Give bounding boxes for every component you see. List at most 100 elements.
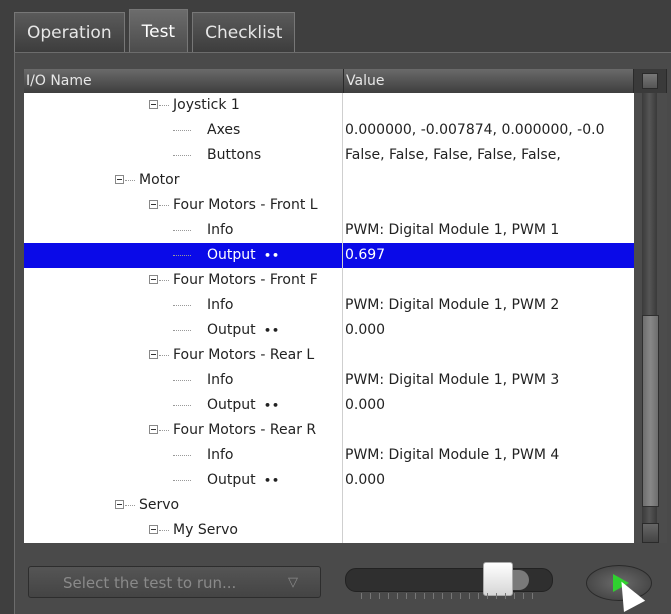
tree-row-label: Four Motors - Front L (173, 197, 318, 213)
tree-row[interactable]: Four Motors - Front F (24, 268, 634, 293)
tree-connector (173, 130, 191, 131)
tree-connector (159, 430, 169, 431)
scroll-down-button[interactable] (642, 523, 659, 543)
tree-row[interactable]: Axes 0.000000, -0.007874, 0.000000, -0.0 (24, 118, 634, 143)
output-slider[interactable] (345, 560, 553, 604)
tree-connector (159, 205, 169, 206)
vertical-scrollbar[interactable] (634, 93, 667, 543)
tree-row-value (345, 168, 634, 193)
tree-row-name: Four Motors - Front F (24, 268, 342, 293)
tree-row-value: PWM: Digital Module 1, PWM 3 (345, 372, 560, 388)
tree-row-value: PWM: Digital Module 1, PWM 4 (345, 447, 560, 463)
collapse-icon[interactable] (149, 100, 158, 109)
tree-connector (173, 305, 191, 306)
io-grid: I/O Name Value Joystick 1 Axes 0.000000, -… (24, 69, 667, 543)
tree-row-label: Output (207, 247, 256, 263)
tree-row-label: Output (207, 472, 256, 488)
test-select-dropdown[interactable]: Select the test to run... ▽ (28, 566, 321, 598)
tree-row[interactable]: Four Motors - Rear L (24, 343, 634, 368)
tree-row-name: Info (24, 443, 342, 468)
tree-row-label: Four Motors - Rear L (173, 347, 315, 363)
tree-row-value (345, 418, 634, 443)
scroll-up-button[interactable] (642, 73, 658, 89)
column-headers: I/O Name Value (24, 69, 667, 93)
tab-test[interactable]: Test (128, 9, 189, 53)
tree-row-label: Info (207, 297, 234, 313)
collapse-icon[interactable] (149, 275, 158, 284)
tree-connector (173, 380, 191, 381)
tree-row[interactable]: Servo (24, 493, 634, 518)
tree-row[interactable]: Four Motors - Front L (24, 193, 634, 218)
tab-checklist[interactable]: Checklist (192, 12, 296, 52)
tree-connector (159, 280, 169, 281)
tree-row-label: Four Motors - Front F (173, 272, 318, 288)
tree-row-value: PWM: Digital Module 1, PWM 2 (345, 297, 560, 313)
tree-row-label: Output (207, 397, 256, 413)
scrollbar-thumb[interactable] (642, 315, 659, 507)
scrollbar-header (634, 69, 667, 93)
tree-row-value: 0.000000, -0.007874, 0.000000, -0.0 (345, 122, 605, 138)
tree-row-value: False, False, False, False, False, (345, 147, 561, 163)
tree-row-name: Output •• (24, 318, 342, 343)
collapse-icon[interactable] (115, 175, 124, 184)
column-divider (342, 93, 343, 543)
tree-row[interactable]: Output •• 0.000 (24, 318, 634, 343)
tree-row-value (345, 343, 634, 368)
tree-row[interactable]: Info PWM: Digital Module 1, PWM 3 (24, 368, 634, 393)
slider-thumb[interactable] (483, 562, 513, 596)
tree-row-label: Buttons (207, 147, 262, 163)
tree-row-label: Four Motors - Rear R (173, 422, 317, 438)
collapse-icon[interactable] (149, 350, 158, 359)
tree-connector (173, 230, 191, 231)
modified-indicator-icon: •• (264, 324, 281, 337)
tree-row[interactable]: Joystick 1 (24, 93, 634, 118)
tree-row[interactable]: Motor (24, 168, 634, 193)
tree-connector (125, 180, 135, 181)
tree-row-label: Output (207, 322, 256, 338)
collapse-icon[interactable] (149, 425, 158, 434)
tree-row-name: Info (24, 293, 342, 318)
tree-row-value (345, 268, 634, 293)
tree-connector (125, 505, 135, 506)
tree-row-name: Four Motors - Front L (24, 193, 342, 218)
tree-row[interactable]: Output •• 0.697 (24, 243, 634, 268)
tree-connector (159, 105, 169, 106)
tree-row-value (345, 518, 634, 543)
tree-row-label: Axes (207, 122, 241, 138)
tab-operation[interactable]: Operation (14, 12, 125, 52)
tree-connector (173, 155, 191, 156)
collapse-icon[interactable] (115, 500, 124, 509)
tree-row-value (345, 93, 634, 118)
test-select-placeholder: Select the test to run... (63, 574, 237, 592)
tree-row[interactable]: Buttons False, False, False, False, False… (24, 143, 634, 168)
tree-row-name: Buttons (24, 143, 342, 168)
tree-row[interactable]: Info PWM: Digital Module 1, PWM 1 (24, 218, 634, 243)
tree-row-name: Info (24, 368, 342, 393)
column-header-io-name[interactable]: I/O Name (24, 69, 344, 93)
modified-indicator-icon: •• (264, 399, 281, 412)
tree-row[interactable]: Info PWM: Digital Module 1, PWM 4 (24, 443, 634, 468)
tree-row[interactable]: Info PWM: Digital Module 1, PWM 2 (24, 293, 634, 318)
tree-row[interactable]: My Servo (24, 518, 634, 543)
tree-row-name: Info (24, 218, 342, 243)
tree-row-value: PWM: Digital Module 1, PWM 1 (345, 222, 560, 238)
tree-row-label: Motor (139, 172, 180, 188)
tree-row-name: Output •• (24, 468, 342, 493)
tree-row[interactable]: Output •• 0.000 (24, 393, 634, 418)
slider-ticks (361, 593, 541, 599)
tree-row-name: Four Motors - Rear L (24, 343, 342, 368)
collapse-icon[interactable] (149, 200, 158, 209)
column-header-value[interactable]: Value (344, 69, 634, 93)
tree-row-label: Info (207, 372, 234, 388)
tree-row[interactable]: Output •• 0.000 (24, 468, 634, 493)
tree-row-name: Output •• (24, 393, 342, 418)
tree-row-value: 0.000 (345, 397, 386, 413)
tree-row-value (345, 493, 634, 518)
tree-connector (159, 530, 169, 531)
io-rows: Joystick 1 Axes 0.000000, -0.007874, 0.000… (24, 93, 634, 543)
tree-connector (173, 255, 191, 256)
chevron-down-icon: ▽ (288, 575, 298, 590)
tree-connector (173, 330, 191, 331)
tree-row[interactable]: Four Motors - Rear R (24, 418, 634, 443)
collapse-icon[interactable] (149, 525, 158, 534)
